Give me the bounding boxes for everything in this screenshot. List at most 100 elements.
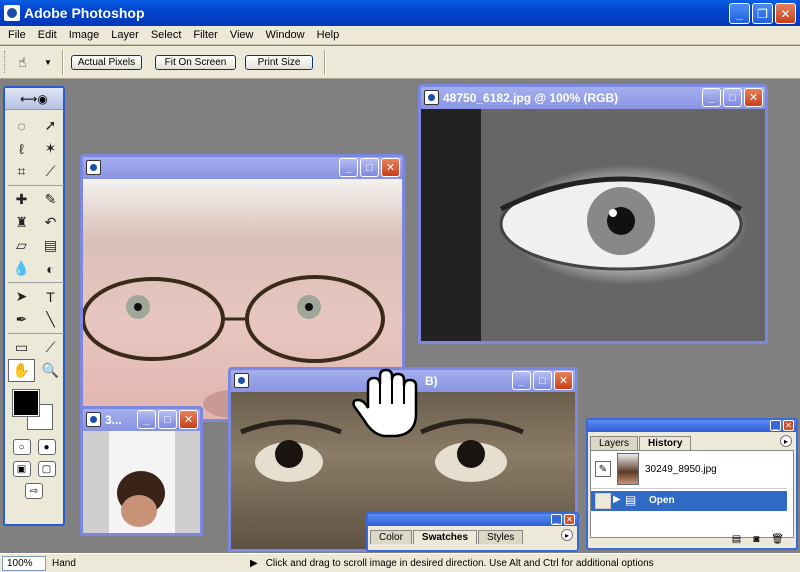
doc-close-button[interactable]: ✕ bbox=[179, 410, 198, 429]
line-tool-icon[interactable]: ╲ bbox=[37, 308, 64, 331]
restore-button[interactable]: ❐ bbox=[752, 3, 773, 24]
marquee-tool-icon[interactable]: ◌ bbox=[8, 114, 35, 137]
doc-minimize-button[interactable]: _ bbox=[702, 88, 721, 107]
hand-tool-icon[interactable]: ✋ bbox=[8, 359, 35, 382]
path-selection-tool-icon[interactable]: ➤ bbox=[8, 285, 35, 308]
doc-minimize-button[interactable]: _ bbox=[137, 410, 156, 429]
document-title: 3... bbox=[105, 413, 122, 427]
swatches-panel: _ ✕ Color Swatches Styles ▸ bbox=[366, 512, 579, 552]
magic-wand-tool-icon[interactable]: ✶ bbox=[37, 137, 64, 160]
lasso-tool-icon[interactable]: ℓ bbox=[8, 137, 35, 160]
menu-select[interactable]: Select bbox=[145, 29, 188, 41]
toolbox-header-icon[interactable]: ⟷◉ bbox=[5, 88, 63, 110]
doc-minimize-button[interactable]: _ bbox=[339, 158, 358, 177]
doc-close-button[interactable]: ✕ bbox=[381, 158, 400, 177]
gradient-tool-icon[interactable]: ▤ bbox=[37, 234, 64, 257]
toolbox: ⟷◉ ◌ ➚ ℓ ✶ ⌗ ⟋ ✚ ✎ ♜ ↶ ▱ ▤ 💧 ◐ ➤ T ✒ ╲ ▭… bbox=[3, 86, 65, 526]
dodge-tool-icon[interactable]: ◐ bbox=[37, 257, 64, 280]
doc-close-button[interactable]: ✕ bbox=[554, 371, 573, 390]
document-window-eye[interactable]: 48750_6182.jpg @ 100% (RGB) _ □ ✕ bbox=[418, 84, 768, 344]
type-tool-icon[interactable]: T bbox=[37, 285, 64, 308]
panel-menu-arrow-icon[interactable]: ▸ bbox=[561, 529, 573, 541]
panel-minimize-button[interactable]: _ bbox=[770, 420, 781, 431]
tool-divider bbox=[8, 282, 64, 283]
quick-mask-mode-icon[interactable]: ● bbox=[37, 439, 56, 455]
tab-history[interactable]: History bbox=[639, 436, 692, 450]
panel-menu-arrow-icon[interactable]: ▸ bbox=[780, 435, 792, 447]
tool-divider bbox=[8, 333, 64, 334]
tool-preset-dropdown-icon[interactable]: ▼ bbox=[44, 58, 52, 67]
document-icon bbox=[86, 160, 101, 175]
move-tool-icon[interactable]: ➚ bbox=[37, 114, 64, 137]
standard-mode-icon[interactable]: ○ bbox=[12, 439, 31, 455]
panel-close-button[interactable]: ✕ bbox=[783, 420, 794, 431]
options-grip[interactable] bbox=[4, 51, 7, 73]
history-footer: ▤ ◙ 🗑 bbox=[588, 534, 796, 548]
menu-layer[interactable]: Layer bbox=[105, 29, 145, 41]
jump-to-imageready-icon[interactable]: ⇨ bbox=[25, 483, 43, 499]
history-step-open[interactable]: ▶ ▤ Open bbox=[591, 491, 787, 511]
status-arrow-icon[interactable]: ▶ bbox=[250, 558, 258, 569]
slice-tool-icon[interactable]: ⟋ bbox=[37, 160, 64, 183]
image-canvas[interactable] bbox=[421, 109, 765, 341]
doc-maximize-button[interactable]: □ bbox=[360, 158, 379, 177]
history-step-icon: ▤ bbox=[625, 493, 637, 507]
brush-tool-icon[interactable]: ✎ bbox=[37, 188, 64, 211]
menu-window[interactable]: Window bbox=[260, 29, 311, 41]
tab-styles[interactable]: Styles bbox=[478, 530, 524, 544]
document-window-small[interactable]: 3... _ □ ✕ bbox=[80, 406, 203, 536]
clone-stamp-tool-icon[interactable]: ♜ bbox=[8, 211, 35, 234]
history-brush-source-icon[interactable]: ✎ bbox=[595, 461, 611, 477]
app-title: Adobe Photoshop bbox=[24, 5, 145, 21]
close-button[interactable]: ✕ bbox=[775, 3, 796, 24]
tab-swatches[interactable]: Swatches bbox=[412, 530, 478, 544]
healing-brush-tool-icon[interactable]: ✚ bbox=[8, 188, 35, 211]
status-bar: 100% Hand ▶ Click and drag to scroll ima… bbox=[0, 553, 800, 572]
pen-tool-icon[interactable]: ✒ bbox=[8, 308, 35, 331]
history-brush-tool-icon[interactable]: ↶ bbox=[37, 211, 64, 234]
menu-edit[interactable]: Edit bbox=[32, 29, 63, 41]
print-size-button[interactable]: Print Size bbox=[245, 55, 313, 70]
new-snapshot-icon[interactable]: ◙ bbox=[753, 534, 759, 548]
divider bbox=[324, 50, 326, 75]
doc-close-button[interactable]: ✕ bbox=[744, 88, 763, 107]
history-snapshot-row[interactable]: ✎ 30249_8950.jpg bbox=[591, 451, 787, 489]
eyedropper-tool-icon[interactable]: ⟋ bbox=[37, 336, 64, 359]
options-bar: ☝ ▼ Actual Pixels Fit On Screen Print Si… bbox=[0, 46, 800, 79]
panel-close-button[interactable]: ✕ bbox=[564, 514, 575, 525]
actual-pixels-button[interactable]: Actual Pixels bbox=[71, 55, 142, 70]
menu-file[interactable]: File bbox=[2, 29, 32, 41]
menu-image[interactable]: Image bbox=[63, 29, 106, 41]
eraser-tool-icon[interactable]: ▱ bbox=[8, 234, 35, 257]
color-swatches bbox=[5, 386, 63, 436]
screen-mode-full-icon[interactable]: ▢ bbox=[37, 461, 56, 477]
zoom-tool-icon[interactable]: 🔍 bbox=[37, 359, 64, 382]
tool-divider bbox=[8, 185, 64, 186]
panel-minimize-button[interactable]: _ bbox=[551, 514, 562, 525]
history-state-marker-icon: ▶ bbox=[613, 494, 621, 505]
history-brush-source-icon[interactable] bbox=[595, 493, 611, 509]
doc-maximize-button[interactable]: □ bbox=[723, 88, 742, 107]
doc-minimize-button[interactable]: _ bbox=[512, 371, 531, 390]
crop-tool-icon[interactable]: ⌗ bbox=[8, 160, 35, 183]
minimize-button[interactable]: _ bbox=[729, 3, 750, 24]
new-document-icon[interactable]: ▤ bbox=[732, 534, 741, 548]
doc-maximize-button[interactable]: □ bbox=[533, 371, 552, 390]
delete-trash-icon[interactable]: 🗑 bbox=[771, 534, 784, 548]
foreground-color-swatch[interactable] bbox=[12, 389, 40, 417]
history-panel: _ ✕ Layers History ▸ ✎ 30249_8950.jpg ▶ … bbox=[586, 418, 798, 550]
doc-maximize-button[interactable]: □ bbox=[158, 410, 177, 429]
tab-layers[interactable]: Layers bbox=[590, 436, 639, 450]
tab-color[interactable]: Color bbox=[370, 530, 412, 544]
screen-mode-standard-icon[interactable]: ▣ bbox=[12, 461, 31, 477]
hand-tool-icon[interactable]: ☝ bbox=[18, 54, 27, 71]
app-title-bar: Adobe Photoshop _ ❐ ✕ bbox=[0, 0, 800, 26]
notes-tool-icon[interactable]: ▭ bbox=[8, 336, 35, 359]
image-canvas[interactable] bbox=[83, 431, 200, 533]
blur-tool-icon[interactable]: 💧 bbox=[8, 257, 35, 280]
menu-help[interactable]: Help bbox=[311, 29, 346, 41]
zoom-field[interactable]: 100% bbox=[2, 555, 46, 571]
menu-filter[interactable]: Filter bbox=[187, 29, 223, 41]
fit-on-screen-button[interactable]: Fit On Screen bbox=[155, 55, 236, 70]
menu-view[interactable]: View bbox=[224, 29, 260, 41]
